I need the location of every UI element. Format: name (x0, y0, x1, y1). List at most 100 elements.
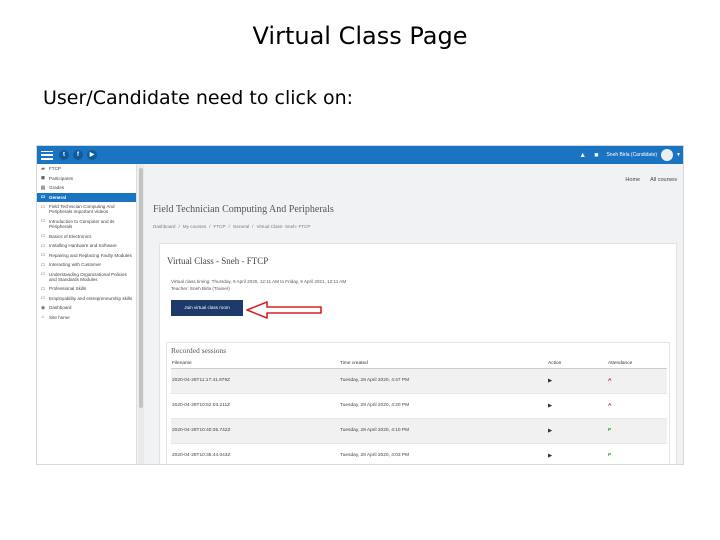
attendance-badge: A (608, 378, 612, 383)
table-row: 2020-04-28T10:35:44.043Z Tuesday, 28 Apri… (171, 443, 667, 464)
play-icon[interactable]: ▶ (548, 453, 552, 459)
sidebar-item-label: Basics of Electronics (49, 233, 92, 239)
menu-toggle-icon[interactable] (41, 150, 53, 160)
action-cell: ▶ (547, 443, 607, 464)
filename-cell: 2020-04-28T11:17:41.979Z (171, 368, 339, 394)
sidebar-item[interactable]: ⌂ Site home (37, 313, 136, 323)
sidebar-item[interactable]: ▭ Interacting with Customer (37, 260, 136, 270)
folder-icon: ▭ (40, 295, 46, 302)
sidebar-item[interactable]: ▭ Employability and entrepreneurship skil… (37, 294, 136, 304)
recorded-sessions-panel: Recorded sessions Filename Time created … (166, 342, 670, 464)
play-icon[interactable]: ▶ (548, 378, 552, 384)
column-header: Action (547, 359, 607, 369)
teacher-name: Teacher: Sneh Birla (Trainer) (171, 286, 230, 291)
time-created-cell: Tuesday, 28 April 2020, 4:10 PM (339, 418, 547, 444)
attendance-cell: A (607, 368, 667, 394)
sidebar-item[interactable]: ▭ Introduction to Computer and its Periph… (37, 217, 136, 232)
folder-icon: ▭ (40, 194, 46, 200)
grades-icon: ▦ (40, 184, 46, 191)
breadcrumb-general[interactable]: General (233, 224, 249, 229)
play-icon[interactable]: ▶ (548, 403, 552, 409)
user-menu[interactable]: ▲ ■ Sneh Birla (Candidate) ▼ (579, 146, 681, 164)
breadcrumb-current[interactable]: Virtual Class- Sneh- FTCP (256, 224, 310, 229)
action-cell: ▶ (547, 393, 607, 419)
hat-icon: ▰ (41, 165, 45, 172)
recorded-sessions-table: Filename Time created Action Attendance … (171, 359, 667, 464)
virtual-class-title: Virtual Class - Sneh - FTCP (167, 256, 269, 266)
nav-home-link[interactable]: Home (625, 177, 640, 183)
class-timing: Virtual class timing: Thursday, 9 April … (171, 279, 347, 284)
attendance-badge: A (608, 403, 612, 408)
page-title: Field Technician Computing And Periphera… (153, 204, 334, 215)
sidebar-item-label: FTCP (49, 166, 61, 171)
people-icon: ◼ (40, 175, 46, 181)
sidebar-item[interactable]: ▭ Installing Hardware and Software (37, 241, 136, 251)
sidebar-item[interactable]: ▦ Grades (37, 183, 136, 193)
sidebar-item[interactable]: ◉ Dashboard (37, 303, 136, 313)
table-row: 2020-04-28T10:40:35.742Z Tuesday, 28 Apri… (171, 418, 667, 444)
sidebar-item[interactable]: ◼ Participants (37, 174, 136, 184)
breadcrumb-dashboard[interactable]: Dashboard (153, 224, 175, 229)
filename-cell: 2020-04-28T10:40:35.742Z (171, 418, 339, 444)
sidebar-item-label: Field Technician Computing And Periphera… (49, 204, 115, 215)
home-icon: ⌂ (41, 314, 45, 321)
course-sidebar: ▰ FTCP ◼ Participants ▦ Grades ▭ General ▭ Field … (37, 164, 137, 464)
sidebar-item-label: Introduction to Computer and its Periphe… (49, 218, 115, 230)
folder-icon: ▭ (40, 252, 46, 259)
column-header: Time created (339, 359, 547, 369)
top-bar: t f ▶ ▲ ■ Sneh Birla (Candidate) ▼ (37, 146, 683, 164)
sidebar-item-label: General (49, 194, 67, 200)
sidebar-item-label: Understanding Organizational Policies an… (49, 271, 127, 283)
virtual-class-card: Virtual Class - Sneh - FTCP Virtual clas… (159, 243, 677, 464)
action-cell: ▶ (547, 368, 607, 394)
sidebar-item[interactable]: ▭ Understanding Organizational Policies a… (37, 270, 136, 285)
folder-icon: ▭ (40, 242, 46, 249)
sidebar-item-label: Site home (49, 314, 70, 320)
sidebar-scrollbar[interactable] (138, 164, 144, 464)
sidebar-item[interactable]: ▭ Professional Skills (37, 284, 136, 294)
nav-all-courses-link[interactable]: All courses (650, 177, 677, 183)
sidebar-item[interactable]: ▭ Field Technician Computing And Peripher… (37, 202, 136, 217)
play-icon[interactable]: ▶ (548, 428, 552, 434)
breadcrumb-separator: / (178, 224, 180, 229)
join-virtual-class-button[interactable]: Join virtual class room (171, 300, 243, 316)
red-arrow-icon (246, 301, 322, 319)
screenshot-frame: t f ▶ ▲ ■ Sneh Birla (Candidate) ▼ ▰ FTCP… (36, 145, 684, 465)
notification-bell-icon[interactable]: ▲ (579, 152, 586, 159)
attendance-cell: A (607, 393, 667, 419)
sidebar-item[interactable]: ▭ Basics of Electronics (37, 232, 136, 242)
time-created-cell: Tuesday, 28 April 2020, 4:20 PM (339, 393, 547, 419)
time-created-cell: Tuesday, 28 April 2020, 4:03 PM (339, 443, 547, 464)
breadcrumb-separator: / (228, 224, 230, 229)
table-header-row: Filename Time created Action Attendance (171, 359, 667, 369)
attendance-cell: P (607, 443, 667, 464)
sidebar-item-label: Installing Hardware and Software (49, 243, 117, 249)
folder-icon: ▭ (40, 218, 46, 225)
breadcrumb-separator: / (209, 224, 211, 229)
column-header: Filename (171, 359, 339, 369)
sidebar-item-label: Professional Skills (49, 286, 87, 292)
folder-icon: ▭ (40, 285, 46, 292)
sidebar-item[interactable]: ▭ Repairing and Replacing Faulty Modules (37, 251, 136, 261)
messages-icon[interactable]: ■ (594, 152, 598, 159)
folder-icon: ▭ (40, 233, 46, 240)
breadcrumb: Dashboard / My courses / FTCP / General … (153, 224, 314, 229)
twitter-icon[interactable]: t (59, 150, 69, 160)
user-name[interactable]: Sneh Birla (Candidate) (606, 152, 657, 158)
sidebar-item[interactable]: ▰ FTCP (37, 164, 136, 174)
sidebar-item-label: Employability and entrepreneurship skill… (49, 295, 133, 301)
folder-icon: ▭ (40, 261, 46, 268)
sidebar-item[interactable]: ▭ General (37, 192, 136, 202)
sidebar-item-label: Participants (49, 175, 74, 181)
youtube-icon[interactable]: ▶ (87, 150, 97, 160)
facebook-icon[interactable]: f (73, 150, 83, 160)
table-row: 2020-04-28T11:17:41.979Z Tuesday, 28 Apri… (171, 368, 667, 394)
breadcrumb-my-courses[interactable]: My courses (183, 224, 207, 229)
breadcrumb-ftcp[interactable]: FTCP (214, 224, 226, 229)
slide-title: Virtual Class Page (252, 22, 468, 50)
avatar[interactable] (661, 149, 674, 161)
chevron-down-icon[interactable]: ▼ (676, 152, 681, 158)
sidebar-item-label: Interacting with Customer (49, 262, 102, 268)
sidebar-item-label: Grades (49, 185, 65, 190)
folder-icon: ▭ (40, 271, 46, 278)
